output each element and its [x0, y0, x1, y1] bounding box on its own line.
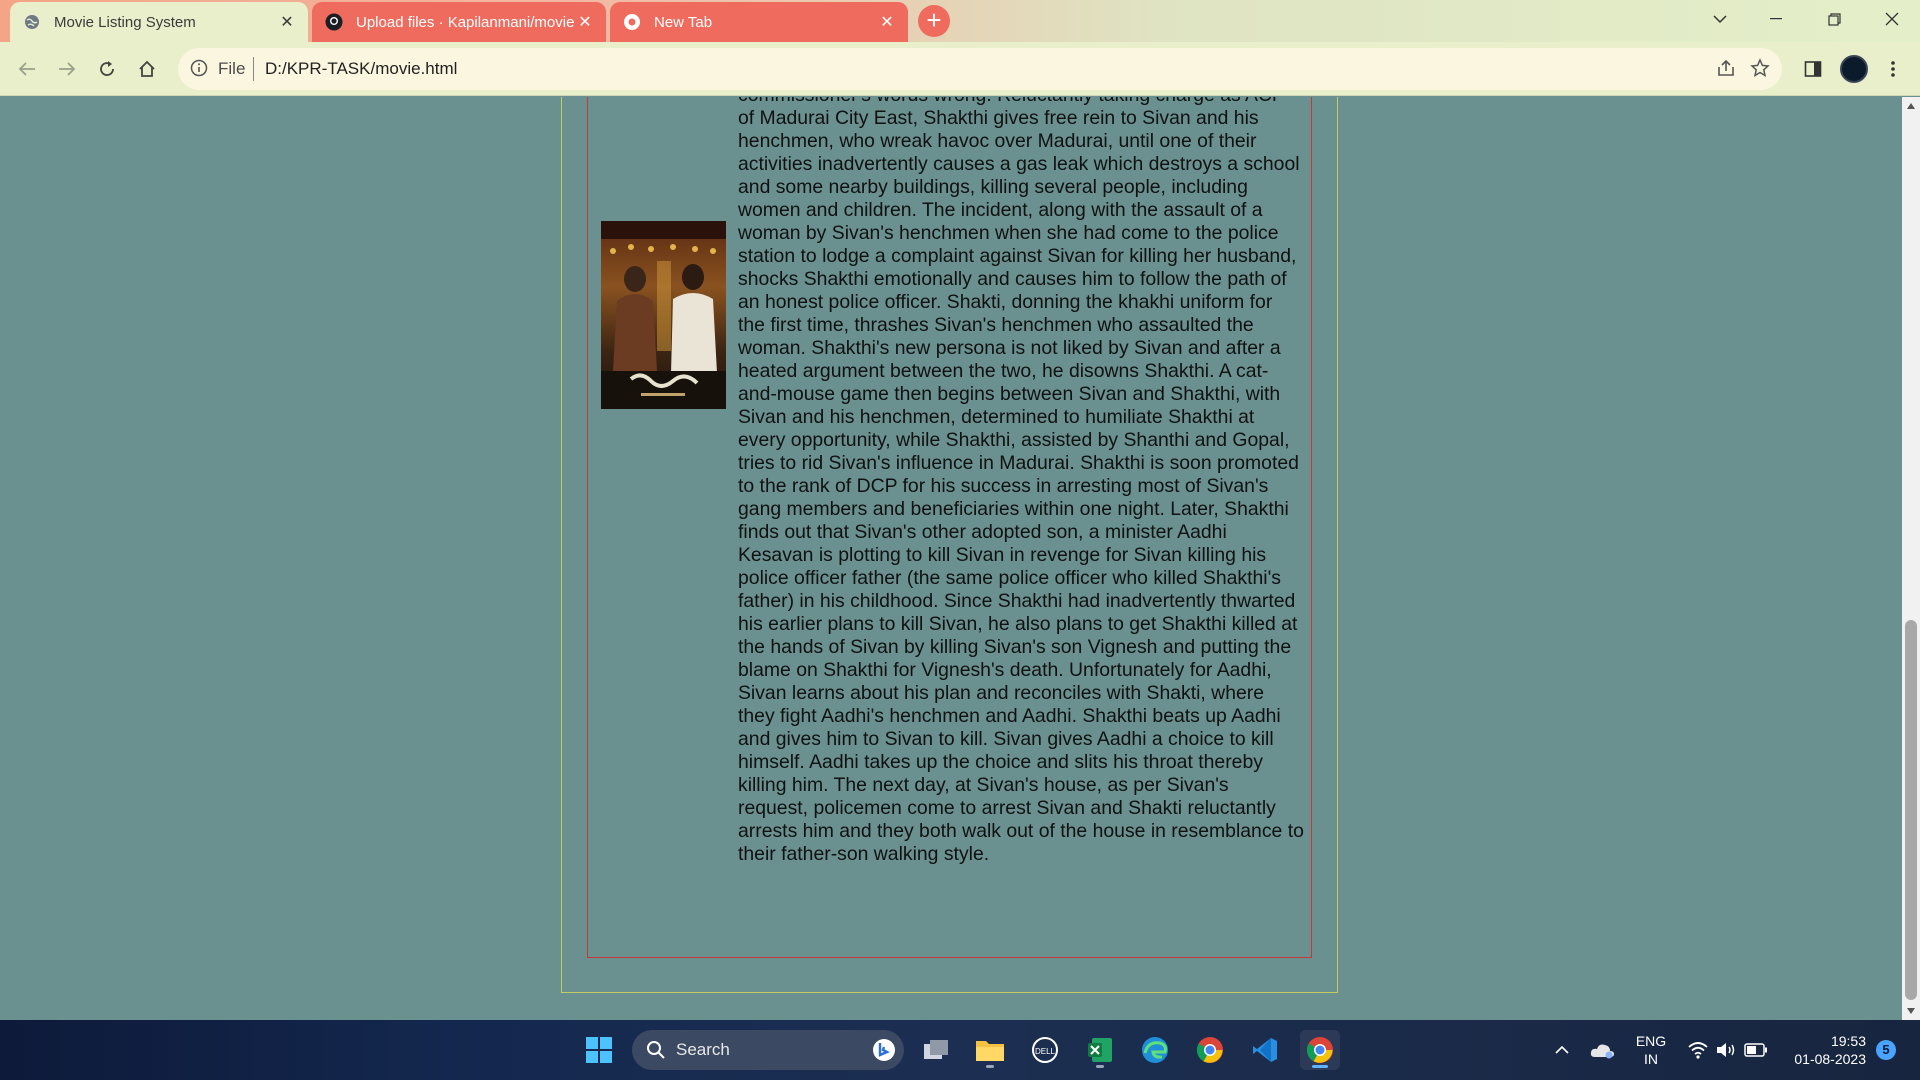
- running-indicator: [1312, 1065, 1328, 1068]
- close-window-button[interactable]: [1864, 0, 1920, 38]
- github-icon: [324, 12, 344, 32]
- language-code: ENG: [1635, 1033, 1667, 1049]
- tab-upload-files[interactable]: Upload files · Kapilanmani/movie ✕: [312, 2, 606, 42]
- language-indicator[interactable]: ENG IN: [1628, 1032, 1674, 1068]
- bookmark-star-icon[interactable]: [1750, 58, 1770, 83]
- close-tab-icon[interactable]: ✕: [878, 13, 896, 31]
- globe-icon: [22, 12, 42, 32]
- share-icon[interactable]: [1716, 58, 1736, 83]
- task-view-icon[interactable]: [916, 1030, 956, 1070]
- browser-toolbar: File D:/KPR-TASK/movie.html: [0, 42, 1920, 96]
- url-text[interactable]: D:/KPR-TASK/movie.html: [265, 59, 457, 79]
- movie-poster: [601, 221, 726, 409]
- scroll-up-arrow-icon[interactable]: [1902, 99, 1920, 113]
- movie-plot-text: commissioner's words wrong. Reluctantly …: [738, 97, 1304, 865]
- battery-icon[interactable]: [1738, 1030, 1774, 1070]
- tab-new-tab[interactable]: New Tab ✕: [610, 2, 908, 42]
- back-button[interactable]: [12, 54, 42, 84]
- taskbar-search-box[interactable]: Search: [632, 1030, 904, 1070]
- address-bar[interactable]: File D:/KPR-TASK/movie.html: [178, 48, 1782, 90]
- page-viewport: commissioner's words wrong. Reluctantly …: [0, 97, 1902, 1020]
- excel-icon[interactable]: [1080, 1030, 1120, 1070]
- dell-icon[interactable]: DELL: [1025, 1030, 1065, 1070]
- running-indicator: [986, 1065, 994, 1068]
- region-code: IN: [1644, 1051, 1658, 1067]
- restore-button[interactable]: [1806, 0, 1862, 38]
- chrome-icon: [622, 12, 642, 32]
- bing-icon[interactable]: [872, 1038, 896, 1067]
- search-icon: [646, 1040, 666, 1065]
- new-tab-button[interactable]: +: [918, 5, 950, 37]
- windows-taskbar: Search DELL ENG IN 19:53 01-08-2023 5: [0, 1020, 1920, 1080]
- edge-icon[interactable]: [1135, 1030, 1175, 1070]
- close-tab-icon[interactable]: ✕: [576, 13, 594, 31]
- file-explorer-icon[interactable]: [970, 1030, 1010, 1070]
- clock-time: 19:53: [1830, 1033, 1866, 1049]
- profile-avatar[interactable]: [1840, 55, 1868, 83]
- menu-kebab-icon[interactable]: [1878, 54, 1908, 84]
- home-button[interactable]: [132, 54, 162, 84]
- vscode-icon[interactable]: [1245, 1030, 1285, 1070]
- info-icon[interactable]: [190, 59, 208, 82]
- windows-start-icon[interactable]: [579, 1030, 619, 1070]
- minimize-button[interactable]: [1748, 0, 1804, 38]
- side-panel-icon[interactable]: [1798, 54, 1828, 84]
- scrollbar-thumb[interactable]: [1905, 620, 1917, 1000]
- vertical-scrollbar[interactable]: [1902, 97, 1920, 1020]
- forward-button[interactable]: [52, 54, 82, 84]
- show-hidden-icons-chevron-icon[interactable]: [1542, 1030, 1582, 1070]
- notification-badge[interactable]: 5: [1876, 1040, 1896, 1060]
- svg-text:DELL: DELL: [1035, 1047, 1056, 1056]
- tab-title: Upload files · Kapilanmani/movie: [356, 13, 575, 31]
- search-label: Search: [676, 1040, 730, 1059]
- reload-button[interactable]: [92, 54, 122, 84]
- chrome-active-icon[interactable]: [1300, 1030, 1340, 1070]
- clock[interactable]: 19:53 01-08-2023: [1778, 1032, 1874, 1068]
- tab-strip: Movie Listing System ✕ Upload files · Ka…: [0, 0, 1920, 42]
- running-indicator: [1096, 1065, 1104, 1068]
- close-tab-icon[interactable]: ✕: [278, 13, 296, 31]
- tab-search-icon[interactable]: [1692, 0, 1748, 38]
- tab-movie-listing[interactable]: Movie Listing System ✕: [10, 2, 308, 42]
- onedrive-icon[interactable]: [1582, 1030, 1622, 1070]
- clock-date: 01-08-2023: [1794, 1051, 1866, 1067]
- tab-title: Movie Listing System: [54, 13, 196, 31]
- scroll-down-arrow-icon[interactable]: [1902, 1004, 1920, 1018]
- tab-title: New Tab: [654, 13, 713, 31]
- url-protocol: File: [218, 59, 246, 78]
- chrome-icon[interactable]: [1190, 1030, 1230, 1070]
- url-separator: [253, 57, 254, 81]
